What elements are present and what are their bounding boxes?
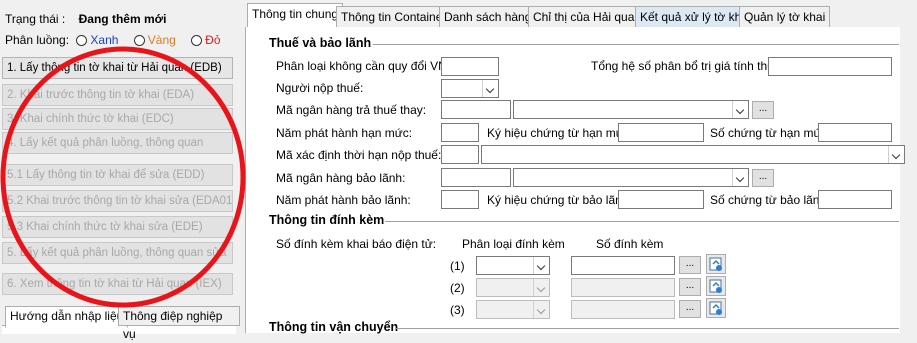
step-button-iex[interactable]: 6. Xem thông tin tờ khai từ Hải quan (IE… <box>2 273 233 295</box>
attachment-lookup-button-3[interactable]: ... <box>679 300 701 318</box>
paying-bank-code-input[interactable] <box>441 100 511 119</box>
section-divider <box>395 328 899 329</box>
tax-deadline-select[interactable] <box>481 145 905 164</box>
step-button-result[interactable]: 4. Lấy kết quả phân luồng, thông quan <box>2 132 233 154</box>
attachment-file-button-3[interactable] <box>706 298 726 318</box>
label-currency-type: Phân loại không cần quy đổi VNĐ: <box>276 59 459 73</box>
tab-declaration-management[interactable]: Quản lý tờ khai <box>739 6 831 27</box>
step-button-eda01[interactable]: 5.2 Khai trước thông tin tờ khai sửa (ED… <box>2 190 233 212</box>
guarantee-bank-lookup-button[interactable]: ... <box>752 169 774 187</box>
paying-bank-lookup-button[interactable]: ... <box>752 101 774 119</box>
quota-symbol-input[interactable] <box>618 123 704 142</box>
main-tabstrip: Thông tin chung Thông tin Container Danh… <box>244 3 917 29</box>
attach-file-icon <box>709 257 722 271</box>
step-button-ede[interactable]: 5.3 Khai chính thức tờ khai sửa (EDE) <box>2 216 233 238</box>
taxpayer-select[interactable] <box>441 79 499 98</box>
chevron-down-icon[interactable] <box>732 169 748 186</box>
status-row: Trạng thái : Đang thêm mới <box>5 12 166 26</box>
guarantee-number-input[interactable] <box>818 190 892 209</box>
tab-goods-list[interactable]: Danh sách hàng <box>439 6 537 27</box>
attachment-lookup-button-2[interactable]: ... <box>679 278 701 296</box>
attachment-number-input-1[interactable] <box>571 256 675 275</box>
label-quota-number: Số chứng từ hạn mức: <box>710 126 831 140</box>
status-value: Đang thêm mới <box>78 12 167 26</box>
attachment-lookup-button-1[interactable]: ... <box>679 256 701 274</box>
section-divider <box>373 44 899 45</box>
guarantee-bank-select[interactable] <box>513 168 749 187</box>
attachment-type-select-3[interactable] <box>476 300 550 319</box>
label-quota-symbol: Ký hiệu chứng từ hạn mức: <box>487 126 634 140</box>
flow-row: Phân luồng: Xanh Vàng Đỏ <box>5 33 221 47</box>
chevron-down-icon[interactable] <box>533 301 549 318</box>
label-attachment-count: Số đính kèm khai báo điện tử: <box>276 237 437 251</box>
label-paying-bank: Mã ngân hàng trả thuế thay: <box>276 103 427 117</box>
tab-container-info[interactable]: Thông tin Container <box>336 6 452 27</box>
quota-year-input[interactable] <box>441 123 479 142</box>
attachment-row-index: (3) <box>450 303 465 317</box>
guarantee-symbol-input[interactable] <box>618 190 704 209</box>
section-title-transport: Thông tin vận chuyển <box>269 320 399 334</box>
label-guarantee-symbol: Ký hiệu chứng từ bảo lãnh: <box>487 193 632 207</box>
currency-type-input[interactable] <box>441 57 499 76</box>
attachment-file-button-1[interactable] <box>706 254 726 274</box>
left-panel: Trạng thái : Đang thêm mới Phân luồng: X… <box>0 0 240 341</box>
label-guarantee-year: Năm phát hành bảo lãnh: <box>276 193 411 207</box>
flow-radio-green[interactable]: Xanh <box>76 33 118 47</box>
tax-deadline-code-input[interactable] <box>441 145 479 164</box>
tab-customs-directive[interactable]: Chỉ thị của Hải quan <box>528 6 647 27</box>
chevron-down-icon[interactable] <box>482 80 498 97</box>
guarantee-bank-code-input[interactable] <box>441 168 511 187</box>
step-button-edd[interactable]: 5.1 Lấy thông tin tờ khai để sửa (EDD) <box>2 164 233 186</box>
chevron-down-icon[interactable] <box>533 279 549 296</box>
guarantee-year-input[interactable] <box>441 190 479 209</box>
chevron-down-icon[interactable] <box>888 146 904 163</box>
step-button-edc[interactable]: 3. Khai chính thức tờ khai (EDC) <box>2 108 233 130</box>
attachment-number-input-2[interactable] <box>571 278 675 297</box>
status-label: Trạng thái : <box>5 12 66 26</box>
section-title-tax: Thuế và bảo lãnh <box>269 36 372 50</box>
flow-radio-red[interactable]: Đỏ <box>191 33 221 47</box>
attachment-row-index: (1) <box>450 259 465 273</box>
radio-circle[interactable] <box>76 35 88 47</box>
tab-input-guide[interactable]: Hướng dẫn nhập liệu <box>5 306 129 328</box>
chevron-down-icon[interactable] <box>732 101 748 118</box>
attach-file-icon <box>709 279 722 293</box>
attachment-number-input-3[interactable] <box>571 300 675 319</box>
allocation-coefficient-input[interactable] <box>768 57 892 76</box>
step-button-edb[interactable]: 1. Lấy thông tin tờ khai từ Hải quan (ED… <box>2 57 233 79</box>
section-title-attachment: Thông tin đính kèm <box>269 213 385 227</box>
label-guarantee-bank: Mã ngân hàng bảo lãnh: <box>276 171 406 185</box>
chevron-down-icon[interactable] <box>533 257 549 274</box>
label-guarantee-number: Số chứng từ bảo lãnh: <box>710 193 830 207</box>
radio-circle[interactable] <box>191 35 203 47</box>
attachment-type-select-2[interactable] <box>476 278 550 297</box>
step-button-eda[interactable]: 2. Khai trước thông tin tờ khai (EDA) <box>2 84 233 106</box>
radio-circle[interactable] <box>133 35 145 47</box>
attachment-file-button-2[interactable] <box>706 276 726 296</box>
label-tax-deadline: Mã xác định thời hạn nộp thuế: <box>276 148 442 162</box>
label-allocation-coefficient: Tổng hệ số phân bổ trị giá tính thuế: <box>591 59 784 73</box>
flow-radio-yellow[interactable]: Vàng <box>133 33 176 47</box>
tab-general-info[interactable]: Thông tin chung <box>247 3 344 29</box>
step-button-result-edit[interactable]: 5. Lấy kết quả phân luồng, thông quan sử… <box>2 242 233 264</box>
quota-number-input[interactable] <box>818 123 892 142</box>
attachment-type-select-1[interactable] <box>476 256 550 275</box>
column-header-attachment-number: Số đính kèm <box>596 237 664 251</box>
label-taxpayer: Người nộp thuế: <box>276 81 364 95</box>
column-header-attachment-type: Phân loại đính kèm <box>462 237 565 251</box>
flow-label: Phân luồng: <box>5 33 70 47</box>
section-divider <box>385 221 899 222</box>
paying-bank-select[interactable] <box>513 100 749 119</box>
tab-processing-result[interactable]: Kết quả xử lý tờ khai <box>635 6 756 27</box>
attach-file-icon <box>709 301 722 315</box>
label-quota-year: Năm phát hành hạn mức: <box>276 126 413 140</box>
vertical-scrollbar[interactable] <box>900 27 917 333</box>
tab-business-message[interactable]: Thông điệp nghiệp vụ <box>118 306 240 341</box>
attachment-row-index: (2) <box>450 281 465 295</box>
